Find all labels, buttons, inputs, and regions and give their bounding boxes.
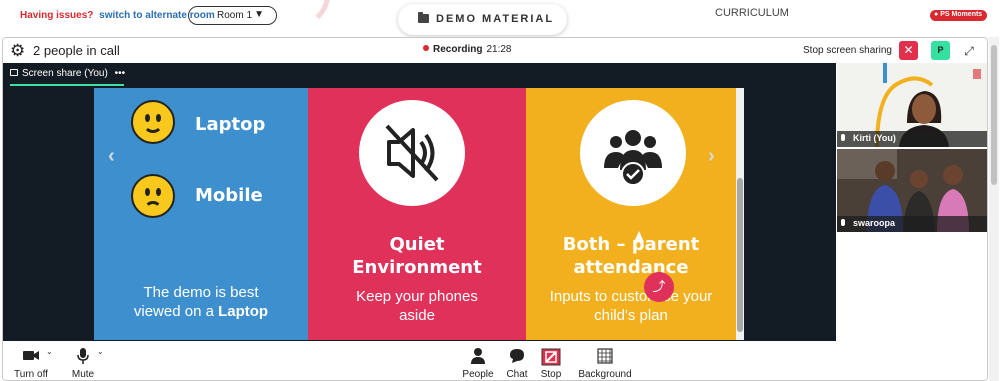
ps-moments-button[interactable]: ● PS Moments <box>930 10 988 21</box>
gear-icon[interactable]: ⚙ <box>10 42 25 59</box>
microphone-icon <box>841 134 845 141</box>
device-caption: The demo is best viewed on a Laptop <box>94 283 308 321</box>
camera-toggle-button[interactable]: Turn off <box>11 348 51 380</box>
pointer-cursor-icon <box>634 231 644 242</box>
slide-prev-arrow-icon[interactable]: ‹ <box>108 145 115 168</box>
attendance-caption: Inputs to customise your child's plan <box>526 287 736 325</box>
microphone-icon <box>66 348 100 366</box>
option-laptop: Laptop <box>195 114 266 135</box>
people-label: People <box>462 369 494 380</box>
environment-heading-line2: Environment <box>352 257 482 278</box>
share-icon[interactable]: ⤴ <box>644 272 674 302</box>
attendance-heading-line1: Both – parent <box>562 234 700 255</box>
expand-icon[interactable]: ⤢ <box>960 42 978 60</box>
device-caption-bold: Laptop <box>218 303 269 320</box>
participant-name: Kirti (You) <box>841 133 896 143</box>
muted-speaker-icon <box>359 100 465 206</box>
chat-bubble-icon <box>502 348 532 366</box>
more-options-icon[interactable]: ••• <box>115 68 126 79</box>
participant-tile-kirti[interactable]: Kirti (You) <box>837 63 987 147</box>
screen-share-stage: Screen share (You) ••• Laptop Mobile The… <box>3 63 836 341</box>
device-caption-line2: viewed on a <box>133 303 214 320</box>
attendance-caption-line2: child's plan <box>594 307 668 324</box>
demo-material-button[interactable]: DEMO MATERIAL <box>398 4 567 35</box>
environment-caption-line1: Keep your phones <box>356 288 478 305</box>
chat-label: Chat <box>506 369 528 380</box>
stop-share-button[interactable]: Stop <box>536 348 566 380</box>
top-header: Having issues? switch to alternate room … <box>0 0 1000 36</box>
camera-toggle-label: Turn off <box>14 369 48 380</box>
mic-options-chevron-icon[interactable]: ⌄ <box>97 347 104 356</box>
stop-label: Stop <box>540 369 562 380</box>
participant-name: swaroopa <box>841 218 895 228</box>
background-grid-icon <box>575 348 635 366</box>
background-label: Background <box>578 369 632 380</box>
slide-panel-attendance: Both – parent attendance Inputs to custo… <box>526 88 736 340</box>
slide-scrollbar-thumb[interactable] <box>737 178 743 332</box>
participant-name-text: Kirti (You) <box>853 133 896 143</box>
option-mobile: Mobile <box>195 185 263 206</box>
background-button[interactable]: Background <box>575 348 635 380</box>
slide-panel-device: Laptop Mobile The demo is best viewed on… <box>94 88 308 340</box>
stop-screen-sharing-button[interactable]: ✕ <box>899 41 918 60</box>
video-camera-icon <box>11 348 51 366</box>
mute-button[interactable]: Mute <box>66 348 100 380</box>
recording-label: Recording <box>433 44 483 55</box>
recording-status: Recording 21:28 <box>423 44 511 55</box>
tab-screen-share[interactable]: Screen share (You) ••• <box>10 68 125 79</box>
device-caption-line1: The demo is best <box>143 284 259 301</box>
issue-notice: Having issues? switch to alternate room <box>20 10 215 21</box>
mute-label: Mute <box>71 369 95 380</box>
room-select[interactable]: Room 1 ▼ <box>188 6 277 25</box>
active-tab-indicator <box>10 84 124 86</box>
monitor-icon <box>10 69 18 76</box>
call-header: ⚙ 2 people in call Recording 21:28 Stop s… <box>3 38 987 63</box>
attendance-heading-line2: attendance <box>573 257 689 278</box>
attendance-caption-line1: Inputs to customise your <box>549 288 713 305</box>
ps-moments-label: PS Moments <box>940 11 983 18</box>
folder-icon <box>418 12 429 23</box>
stop-share-icon <box>536 348 566 366</box>
chat-button[interactable]: Chat <box>502 348 532 380</box>
attendance-heading: Both – parent attendance <box>526 233 736 279</box>
slide-panel-environment: Quiet Environment Keep your phones aside <box>308 88 526 340</box>
recording-time: 21:28 <box>486 44 512 55</box>
participant-tile-swaroopa[interactable]: swaroopa <box>837 149 987 232</box>
microphone-icon <box>841 219 845 226</box>
close-icon: ✕ <box>903 43 914 57</box>
avatar[interactable]: P <box>931 41 950 60</box>
demo-material-label: DEMO MATERIAL <box>436 13 555 25</box>
screen-share-tab-label: Screen share (You) <box>22 68 108 79</box>
room-select-value: Room 1 <box>217 10 253 21</box>
sad-face-icon <box>131 174 175 218</box>
chevron-down-icon: ▼ <box>254 9 264 20</box>
camera-icon: ● <box>934 11 939 18</box>
slide-next-arrow-icon[interactable]: › <box>708 145 715 168</box>
person-icon <box>459 348 497 366</box>
call-window: ⚙ 2 people in call Recording 21:28 Stop s… <box>2 37 988 381</box>
curriculum-tab[interactable]: CURRICULUM <box>715 7 789 19</box>
environment-heading: Quiet Environment <box>308 233 526 279</box>
people-count: 2 people in call <box>33 43 120 58</box>
page-scrollbar-thumb[interactable] <box>991 45 997 185</box>
environment-heading-line1: Quiet <box>389 234 445 255</box>
participant-name-text: swaroopa <box>853 218 896 228</box>
issue-text: Having issues? <box>20 10 94 21</box>
group-check-icon <box>580 100 686 206</box>
stop-screen-sharing-label: Stop screen sharing <box>803 45 892 56</box>
call-controls: Turn off ⌄ Mute ⌄ People Chat Stop Backg… <box>3 341 987 380</box>
camera-options-chevron-icon[interactable]: ⌄ <box>46 347 53 356</box>
shared-slide: Laptop Mobile The demo is best viewed on… <box>94 88 744 340</box>
smiley-face-icon <box>131 100 175 144</box>
recording-dot-icon <box>423 45 429 51</box>
environment-caption: Keep your phones aside <box>308 287 526 325</box>
environment-caption-line2: aside <box>399 307 435 324</box>
people-button[interactable]: People <box>459 348 497 380</box>
